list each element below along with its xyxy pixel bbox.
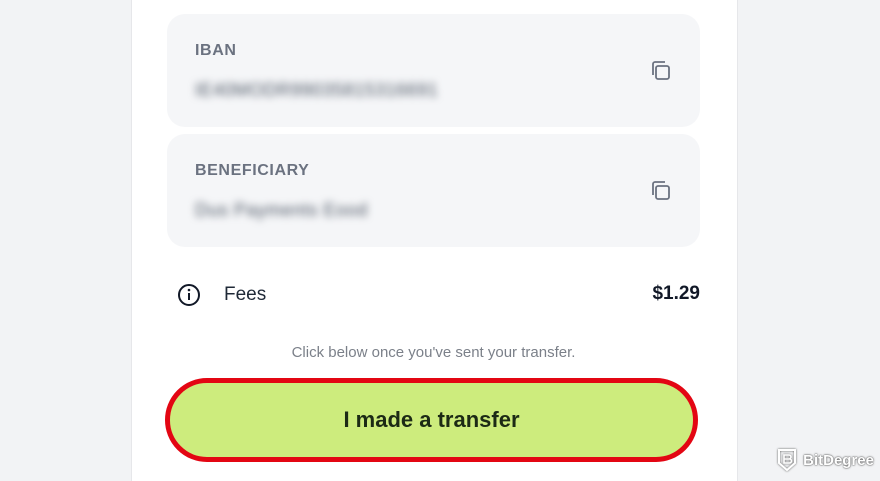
- copy-iban-button[interactable]: [648, 58, 674, 84]
- beneficiary-card: BENEFICIARY Dus Payments Eood: [167, 134, 700, 247]
- copy-icon: [652, 61, 670, 80]
- beneficiary-value: Dus Payments Eood: [195, 200, 368, 220]
- beneficiary-label: BENEFICIARY: [195, 162, 310, 179]
- iban-value: IE40MODR99035815316691: [195, 80, 439, 100]
- info-icon[interactable]: [177, 283, 201, 307]
- copy-icon: [652, 181, 670, 200]
- fees-amount: $1.29: [652, 283, 700, 304]
- iban-card: IBAN IE40MODR99035815316691: [167, 14, 700, 127]
- transfer-hint: Click below once you've sent your transf…: [291, 344, 576, 361]
- fees-row: Fees $1.29: [167, 278, 700, 312]
- bitdegree-logo-icon: [778, 449, 797, 472]
- watermark-text: BitDegree: [803, 451, 874, 469]
- iban-label: IBAN: [195, 42, 237, 59]
- copy-beneficiary-button[interactable]: [648, 178, 674, 204]
- fees-label: Fees: [224, 284, 267, 305]
- made-transfer-button[interactable]: I made a transfer: [165, 378, 698, 462]
- bitdegree-watermark: BitDegree: [777, 447, 874, 473]
